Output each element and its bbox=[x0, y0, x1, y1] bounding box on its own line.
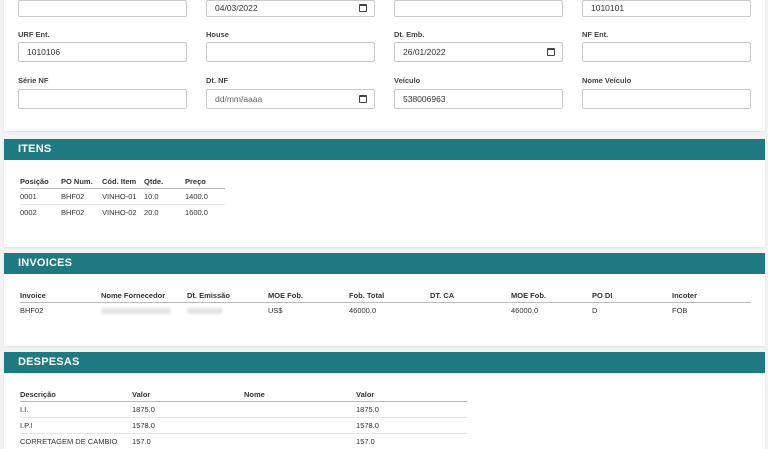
cell-dt-emissao bbox=[187, 303, 268, 319]
cell-invoice: BHF02 bbox=[20, 306, 44, 315]
cell-descricao: CORRETAGEM DE CAMBIO bbox=[20, 437, 118, 446]
itens-section-title: ITENS bbox=[4, 139, 765, 160]
despesas-card: DESPESAS Descrição Valor Nome Valor I.I.… bbox=[4, 352, 765, 449]
col-header-valor-2: Valor bbox=[356, 387, 467, 402]
col-header-po-num: PO Num. bbox=[61, 174, 102, 189]
col-header-nome-fornecedor: Nome Fornecedor bbox=[101, 288, 187, 303]
col-header-moe-fob: MOE Fob. bbox=[268, 288, 349, 303]
cell-nome bbox=[244, 401, 356, 418]
cell-fob-total: 46000.0 bbox=[349, 306, 377, 315]
table-row[interactable]: I.P.I 1578.0 1578.0 bbox=[20, 417, 467, 434]
cell-valor: 1578.0 bbox=[132, 417, 244, 434]
cell-preco: 1400.0 bbox=[185, 188, 225, 205]
veiculo-input[interactable]: 538006963 bbox=[394, 89, 563, 109]
col-header-dt-emissao: Dt. Emissão bbox=[187, 288, 268, 303]
table-header-row: Posição PO Num. Cód. Item Qtde. Preço bbox=[20, 174, 225, 189]
cell-valor: 1875.0 bbox=[132, 401, 244, 418]
col-header-cod-item: Cód. Item bbox=[102, 174, 144, 189]
table-row[interactable]: 0002 BHF02 VINHO-02 20.0 1600.0 bbox=[20, 205, 225, 221]
redacted-text bbox=[187, 308, 223, 315]
nf-ent-input[interactable] bbox=[582, 42, 751, 62]
calendar-icon[interactable] bbox=[359, 95, 367, 103]
dt-emb-value: 26/01/2022 bbox=[403, 47, 446, 57]
nf-ent-label: NF Ent. bbox=[582, 30, 609, 39]
col-header-incoter: Incoter bbox=[672, 288, 751, 303]
cell-moe-fob-2: 46000.0 bbox=[511, 306, 539, 315]
redacted-text bbox=[101, 308, 171, 315]
cell-cod-item: VINHO-02 bbox=[102, 208, 137, 217]
cell-moe-fob: US$ bbox=[268, 306, 283, 315]
cell-posicao: 0001 bbox=[20, 188, 61, 205]
table-row[interactable]: CORRETAGEM DE CAMBIO 157.0 157.0 bbox=[20, 434, 467, 449]
cell-qtde: 20.0 bbox=[144, 208, 159, 217]
cell-nome-fornecedor bbox=[101, 303, 187, 319]
cell-valor: 157.0 bbox=[132, 437, 151, 446]
col-header-posicao: Posição bbox=[20, 174, 61, 189]
cell-valor-2: 157.0 bbox=[356, 437, 375, 446]
row1-col1-input[interactable] bbox=[18, 0, 187, 17]
row1-col3-input[interactable] bbox=[394, 0, 563, 17]
col-header-preco: Preço bbox=[185, 174, 225, 189]
col-header-fob-total: Fob. Total bbox=[349, 288, 430, 303]
row1-date-value: 04/03/2022 bbox=[215, 3, 258, 13]
invoices-section-title: INVOICES bbox=[4, 253, 765, 274]
cell-cod-item: VINHO-01 bbox=[102, 188, 144, 205]
calendar-icon[interactable] bbox=[359, 4, 367, 12]
dt-emb-label: Dt. Emb. bbox=[394, 30, 425, 39]
itens-table: Posição PO Num. Cód. Item Qtde. Preço 00… bbox=[20, 174, 225, 220]
col-header-descricao: Descrição bbox=[20, 387, 132, 402]
cell-po-num: BHF02 bbox=[61, 188, 102, 205]
despesas-table: Descrição Valor Nome Valor I.I. 1875.0 1… bbox=[20, 387, 467, 449]
nome-veiculo-input[interactable] bbox=[582, 89, 751, 109]
col-header-dt-ca: DT. CA bbox=[430, 288, 511, 303]
col-header-moe-fob-2: MOE Fob. bbox=[511, 288, 592, 303]
invoices-table: Invoice Nome Fornecedor Dt. Emissão MOE … bbox=[20, 288, 751, 318]
cell-dt-ca bbox=[430, 303, 511, 319]
nome-veiculo-label: Nome Veículo bbox=[582, 76, 632, 85]
col-header-nome: Nome bbox=[244, 387, 356, 402]
table-header-row: Descrição Valor Nome Valor bbox=[20, 387, 467, 402]
serie-nf-label: Série NF bbox=[18, 76, 49, 85]
urf-ent-input[interactable]: 1010106 bbox=[18, 42, 187, 62]
despesas-section-title: DESPESAS bbox=[4, 352, 765, 373]
row1-col4-input[interactable]: 1010101 bbox=[582, 0, 751, 17]
cell-qtde: 10.0 bbox=[144, 188, 185, 205]
cell-preco: 1600.0 bbox=[185, 208, 208, 217]
table-row[interactable]: 0001 BHF02 VINHO-01 10.0 1400.0 bbox=[20, 188, 225, 205]
cell-po-di: D bbox=[592, 306, 598, 315]
calendar-icon[interactable] bbox=[547, 48, 555, 56]
form-card: 04/03/2022 1010101 URF Ent. House Dt. Em… bbox=[4, 0, 765, 131]
dt-nf-input[interactable]: dd/mm/aaaa bbox=[206, 89, 375, 109]
cell-descricao: I.I. bbox=[20, 401, 132, 418]
veiculo-label: Veículo bbox=[394, 76, 421, 85]
col-header-po-di: PO DI bbox=[592, 288, 672, 303]
row1-date-input[interactable]: 04/03/2022 bbox=[206, 0, 375, 17]
cell-valor-2: 1578.0 bbox=[356, 417, 467, 434]
serie-nf-input[interactable] bbox=[18, 89, 187, 109]
cell-nome bbox=[244, 417, 356, 434]
table-row[interactable]: I.I. 1875.0 1875.0 bbox=[20, 401, 467, 418]
table-header-row: Invoice Nome Fornecedor Dt. Emissão MOE … bbox=[20, 288, 751, 303]
house-label: House bbox=[206, 30, 229, 39]
invoices-card: INVOICES Invoice Nome Fornecedor Dt. Emi… bbox=[4, 253, 765, 346]
dt-nf-label: Dt. NF bbox=[206, 76, 229, 85]
cell-valor-2: 1875.0 bbox=[356, 401, 467, 418]
col-header-invoice: Invoice bbox=[20, 288, 101, 303]
dt-emb-input[interactable]: 26/01/2022 bbox=[394, 42, 563, 62]
cell-nome bbox=[244, 434, 356, 449]
dt-nf-placeholder: dd/mm/aaaa bbox=[215, 94, 263, 104]
cell-incoter: FOB bbox=[672, 306, 688, 315]
itens-card: ITENS Posição PO Num. Cód. Item Qtde. Pr… bbox=[4, 139, 765, 247]
col-header-valor: Valor bbox=[132, 387, 244, 402]
col-header-qtde: Qtde. bbox=[144, 174, 185, 189]
house-input[interactable] bbox=[206, 42, 375, 62]
cell-descricao: I.P.I bbox=[20, 417, 132, 434]
urf-ent-label: URF Ent. bbox=[18, 30, 50, 39]
table-row[interactable]: BHF02 US$ 46000.0 46000.0 D FOB bbox=[20, 303, 751, 319]
cell-posicao: 0002 bbox=[20, 208, 37, 217]
cell-po-num: BHF02 bbox=[61, 208, 85, 217]
